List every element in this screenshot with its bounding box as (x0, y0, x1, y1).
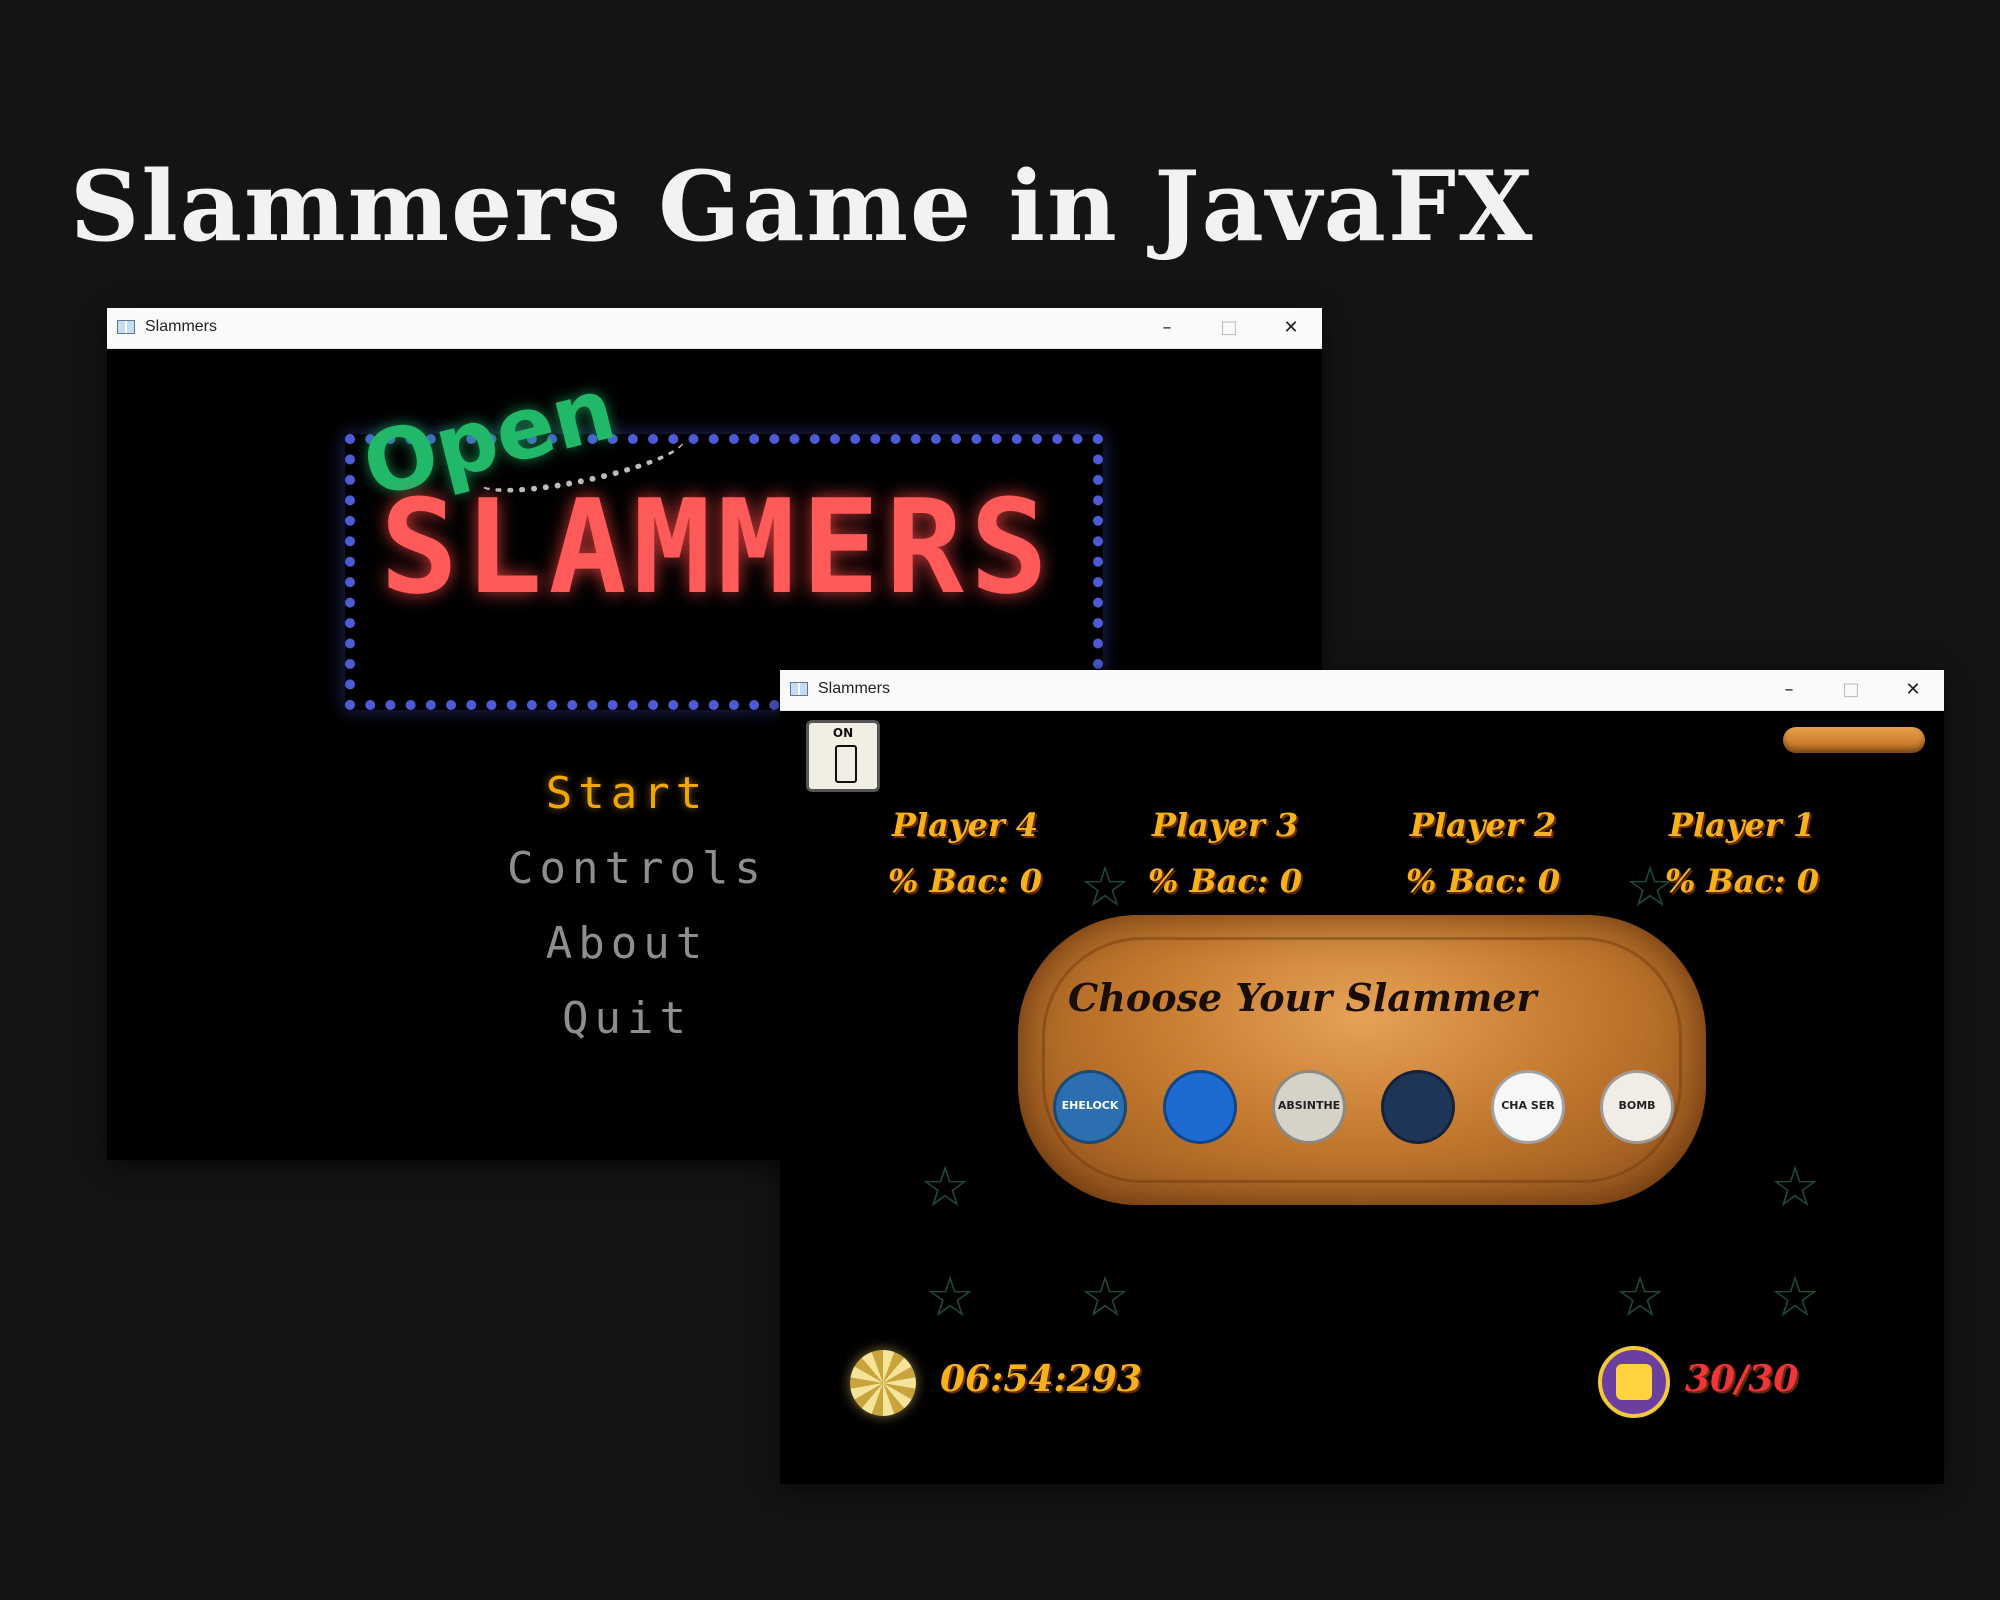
player-4-name: Player 4 (891, 806, 1039, 844)
game-timer: 06:54:293 (940, 1358, 1142, 1400)
minimize-button[interactable]: – (1136, 308, 1198, 348)
neon-slammers-logo: SLAMMERS (379, 471, 1055, 623)
player-1-name: Player 1 (1668, 806, 1816, 844)
switch-toggle-icon (835, 745, 857, 783)
slammer-label: BOMB (1618, 1099, 1656, 1112)
disco-ball-icon (850, 1350, 916, 1416)
slammer-counter-icon (1598, 1346, 1670, 1418)
slammer-option[interactable]: ABSINTHE (1272, 1070, 1346, 1144)
tray-button[interactable] (1783, 727, 1925, 753)
slammer-label (1166, 1073, 1234, 1099)
player-3-bac: % Bac: 0 (1147, 862, 1303, 900)
slammer-option[interactable]: CHA SER (1491, 1070, 1565, 1144)
switch-label: ON (832, 726, 854, 740)
maximize-button[interactable]: □ (1198, 308, 1260, 348)
slammer-option[interactable] (1163, 1070, 1237, 1144)
slammer-count: 30/30 (1685, 1358, 1799, 1400)
player-2-bac: % Bac: 0 (1405, 862, 1561, 900)
power-switch[interactable]: ON (806, 720, 880, 792)
player-2-name: Player 2 (1409, 806, 1557, 844)
app-icon (117, 320, 135, 334)
menu-window-titlebar[interactable]: Slammers – □ ✕ (107, 308, 1322, 349)
star-icon: ☆ (1770, 1155, 1821, 1220)
slammer-tray: Choose Your Slammer EHELOCK ABSINTHE CHA… (1018, 915, 1706, 1205)
window-title: Slammers (145, 318, 218, 335)
slammer-option[interactable]: EHELOCK (1053, 1070, 1127, 1144)
player-4-bac: % Bac: 0 (887, 862, 1043, 900)
star-icon: ☆ (920, 1155, 971, 1220)
player-3-name: Player 3 (1151, 806, 1299, 844)
menu-item-start[interactable]: Start (507, 768, 747, 819)
menu-item-quit[interactable]: Quit (507, 993, 747, 1044)
slammer-label: EHELOCK (1061, 1099, 1119, 1112)
game-window: Slammers – □ ✕ ☆ ☆ ☆ ☆ ☆ ☆ ☆ ☆ ON Player… (780, 670, 1944, 1484)
menu-item-controls[interactable]: Controls (507, 843, 761, 894)
slammer-label (1384, 1073, 1452, 1099)
star-icon: ☆ (1080, 855, 1131, 920)
tray-heading: Choose Your Slammer (1068, 975, 1537, 1020)
star-icon: ☆ (925, 1265, 976, 1330)
slammer-option[interactable]: BOMB (1600, 1070, 1674, 1144)
slammer-label: CHA SER (1501, 1099, 1555, 1112)
close-button[interactable]: ✕ (1260, 308, 1322, 348)
star-icon: ☆ (1615, 1265, 1666, 1330)
slammer-option[interactable] (1381, 1070, 1455, 1144)
slammer-label: ABSINTHE (1277, 1099, 1341, 1112)
counter-badge-art (1616, 1364, 1652, 1400)
page-title: Slammers Game in JavaFX (70, 150, 1535, 263)
tray-rim (1042, 937, 1682, 1183)
star-icon: ☆ (1080, 1265, 1131, 1330)
menu-item-about[interactable]: About (507, 918, 747, 969)
star-icon: ☆ (1770, 1265, 1821, 1330)
player-1-bac: % Bac: 0 (1664, 862, 1820, 900)
